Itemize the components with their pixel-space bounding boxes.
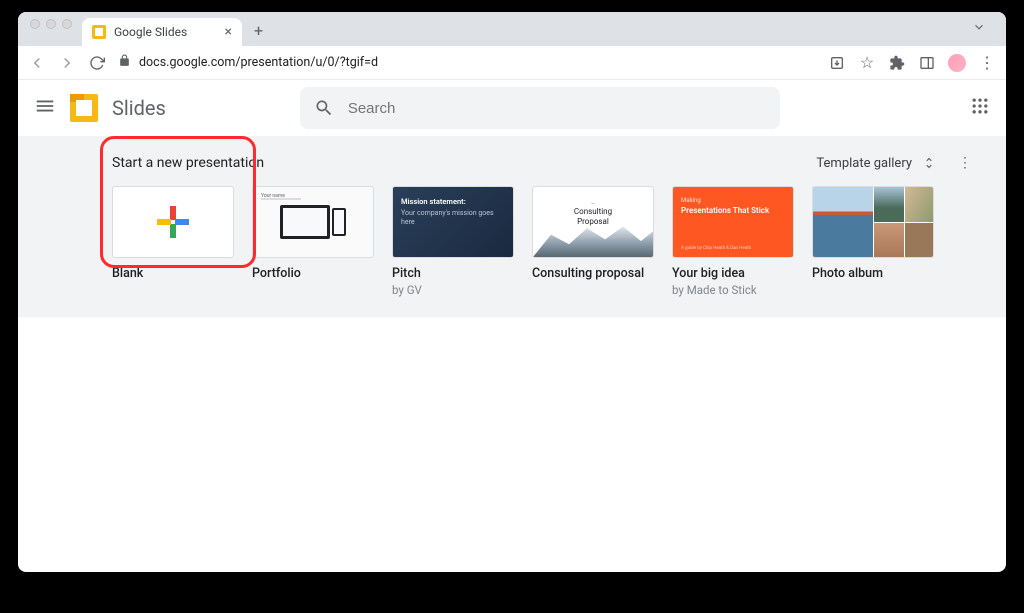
tabs-dropdown-icon[interactable]: [972, 19, 998, 46]
template-big-idea[interactable]: Making Presentations That Stick A guide …: [672, 186, 794, 297]
google-apps-button[interactable]: [970, 96, 990, 120]
thumb-text: Proposal: [574, 217, 612, 227]
template-gallery-button[interactable]: Template gallery: [808, 152, 944, 175]
extensions-icon[interactable]: [888, 54, 906, 72]
tab-title: Google Slides: [114, 25, 187, 39]
search-bar[interactable]: [300, 87, 780, 129]
search-icon: [314, 98, 334, 118]
thumb-text: Mission statement:: [401, 197, 505, 207]
plus-icon: [155, 204, 191, 240]
install-app-icon[interactable]: [828, 54, 846, 72]
thumb-text: Consulting: [574, 207, 612, 217]
template-title: Pitch: [392, 266, 514, 281]
window-controls[interactable]: [26, 19, 82, 39]
close-window-icon[interactable]: [30, 19, 40, 29]
browser-tab[interactable]: Google Slides ×: [82, 18, 242, 46]
thumb-text: Presentations That Stick: [681, 206, 785, 216]
profile-avatar[interactable]: [948, 54, 966, 72]
template-title: Blank: [112, 266, 234, 281]
app-header: Slides: [18, 80, 1006, 136]
address-text[interactable]: docs.google.com/presentation/u/0/?tgif=d: [139, 55, 378, 70]
template-subtitle: by Made to Stick: [672, 283, 794, 297]
main-menu-button[interactable]: [34, 95, 56, 121]
thumb-text: Your company's mission goes here: [401, 209, 505, 227]
section-title: Start a new presentation: [112, 155, 264, 171]
minimize-window-icon[interactable]: [46, 19, 56, 29]
lock-icon[interactable]: [118, 54, 131, 71]
forward-button: [58, 54, 76, 72]
new-tab-button[interactable]: +: [242, 21, 275, 46]
browser-tab-bar: Google Slides × +: [18, 12, 1006, 46]
template-section: Start a new presentation Template galler…: [18, 136, 1006, 317]
template-consulting[interactable]: — Consulting Proposal Consulting proposa…: [532, 186, 654, 297]
slides-favicon-icon: [92, 25, 106, 39]
template-title: Portfolio: [252, 266, 374, 281]
app-name: Slides: [112, 96, 166, 120]
browser-menu-icon[interactable]: ⋮: [978, 54, 996, 72]
template-portfolio[interactable]: Your name Portfolio: [252, 186, 374, 297]
template-title: Photo album: [812, 266, 934, 281]
thumb-text: Making: [681, 197, 785, 204]
close-tab-icon[interactable]: ×: [225, 24, 232, 40]
browser-window: Google Slides × + docs.google.com/presen…: [18, 12, 1006, 572]
template-title: Consulting proposal: [532, 266, 654, 281]
search-input[interactable]: [348, 100, 766, 117]
bookmark-icon[interactable]: ☆: [858, 54, 876, 72]
template-title: Your big idea: [672, 266, 794, 281]
unfold-icon: [922, 156, 936, 170]
side-panel-icon[interactable]: [918, 54, 936, 72]
template-pitch[interactable]: Mission statement: Your company's missio…: [392, 186, 514, 297]
template-blank[interactable]: Blank: [112, 186, 234, 297]
template-photo-album[interactable]: Photo album: [812, 186, 934, 297]
back-button[interactable]: [28, 54, 46, 72]
reload-button[interactable]: [88, 54, 106, 72]
more-options-button[interactable]: ⋮: [954, 151, 976, 175]
thumb-text: A guide by Chip Heath & Dan Heath: [681, 246, 751, 251]
template-subtitle: by GV: [392, 283, 514, 297]
slides-logo-icon: [70, 94, 98, 122]
browser-toolbar: docs.google.com/presentation/u/0/?tgif=d…: [18, 46, 1006, 80]
gallery-label: Template gallery: [816, 156, 912, 171]
maximize-window-icon[interactable]: [62, 19, 72, 29]
